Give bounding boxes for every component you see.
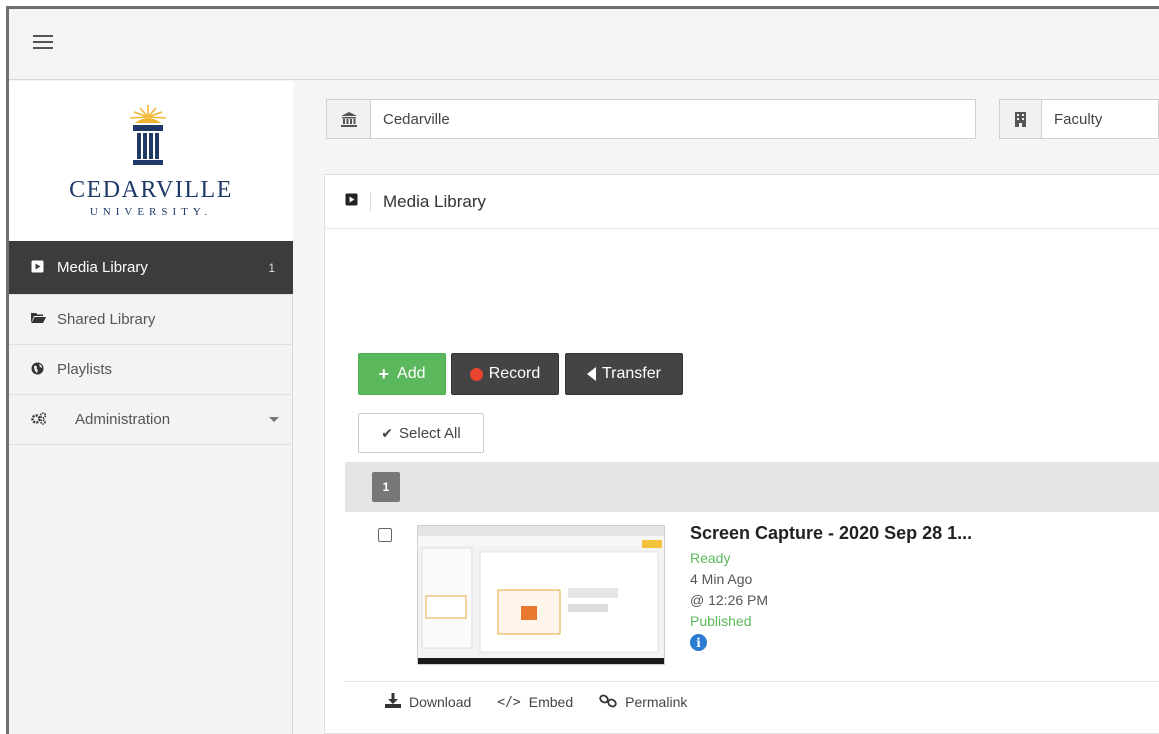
menu-icon[interactable] (33, 35, 53, 51)
pagination-bar: 1 (345, 462, 1159, 512)
sidebar-item-label: Playlists (57, 361, 113, 378)
media-age: 4 Min Ago (690, 571, 753, 587)
permalink-link[interactable]: Permalink (599, 693, 687, 711)
folder-open-icon (31, 312, 57, 327)
play-square-icon (31, 260, 57, 276)
department-select[interactable]: Faculty (999, 99, 1159, 139)
sidebar-item-playlists[interactable]: Playlists (9, 345, 293, 395)
sidebar-item-shared-library[interactable]: Shared Library (9, 295, 293, 345)
download-label: Download (409, 694, 472, 710)
institution-icon (327, 100, 371, 138)
logo: CEDARVILLE UNIVERSITY. (9, 81, 293, 241)
record-label: Record (488, 365, 541, 382)
institution-value: Cedarville (383, 110, 450, 128)
cogs-icon (31, 411, 57, 428)
media-actions: Download </> Embed Permalink (385, 693, 713, 711)
panel-header: Media Library (325, 175, 1159, 229)
plus-icon: + (378, 363, 390, 384)
code-icon: </> (497, 694, 521, 710)
chevron-down-icon (269, 417, 279, 422)
panel-title: Media Library (383, 191, 486, 211)
globe-icon (31, 362, 57, 378)
institution-select[interactable]: Cedarville (326, 99, 976, 139)
add-button[interactable]: + Add (358, 353, 446, 395)
building-icon (1000, 100, 1042, 138)
logo-name: CEDARVILLE (69, 177, 233, 203)
embed-label: Embed (528, 694, 574, 710)
checkmark-icon: ✔ (381, 424, 394, 441)
sidebar-item-label: Media Library (57, 259, 148, 276)
media-status: Ready (690, 550, 731, 566)
sidebar-nav: Media Library 1 Shared Library Playlists (9, 241, 293, 445)
media-library-panel: Media Library + Add Record Transfer ✔ Se… (324, 174, 1159, 734)
sidebar: CEDARVILLE UNIVERSITY. Media Library 1 S… (9, 81, 293, 734)
header-divider (370, 191, 371, 212)
transfer-button[interactable]: Transfer (565, 353, 683, 395)
sidebar-item-media-library[interactable]: Media Library 1 (9, 241, 293, 295)
record-icon (469, 367, 483, 381)
count-badge: 1 (268, 260, 275, 275)
download-link[interactable]: Download (385, 693, 471, 711)
add-label: Add (397, 365, 426, 382)
play-square-icon (345, 193, 358, 211)
media-meta: Screen Capture - 2020 Sep 28 1... Ready … (690, 523, 972, 651)
permalink-label: Permalink (625, 694, 688, 710)
media-item: Screen Capture - 2020 Sep 28 1... Ready … (345, 512, 1159, 682)
app-frame: CEDARVILLE UNIVERSITY. Media Library 1 S… (6, 6, 1159, 734)
media-title[interactable]: Screen Capture - 2020 Sep 28 1... (690, 523, 972, 544)
link-icon (599, 694, 617, 711)
transfer-label: Transfer (602, 365, 661, 382)
caret-left-icon (587, 367, 596, 381)
select-all-label: Select All (399, 424, 461, 442)
department-value: Faculty (1054, 110, 1103, 128)
sidebar-item-label: Administration (75, 411, 171, 428)
university-logo-icon (129, 105, 167, 165)
sidebar-item-administration[interactable]: Administration (9, 395, 293, 445)
top-bar (9, 9, 1159, 80)
download-icon (385, 693, 401, 711)
media-time: @ 12:26 PM (690, 592, 769, 608)
main-content: Cedarville Faculty Media Library + Add R… (294, 81, 1159, 734)
select-all-button[interactable]: ✔ Select All (358, 413, 484, 453)
embed-link[interactable]: </> Embed (497, 693, 573, 711)
logo-subtitle: UNIVERSITY. (89, 206, 213, 218)
page-number-button[interactable]: 1 (372, 472, 400, 502)
info-icon[interactable]: i (690, 634, 707, 651)
record-button[interactable]: Record (451, 353, 559, 395)
media-thumbnail[interactable] (417, 525, 665, 665)
media-item-checkbox[interactable] (378, 528, 392, 542)
media-publish-state: Published (690, 613, 752, 629)
sidebar-item-label: Shared Library (57, 311, 156, 328)
